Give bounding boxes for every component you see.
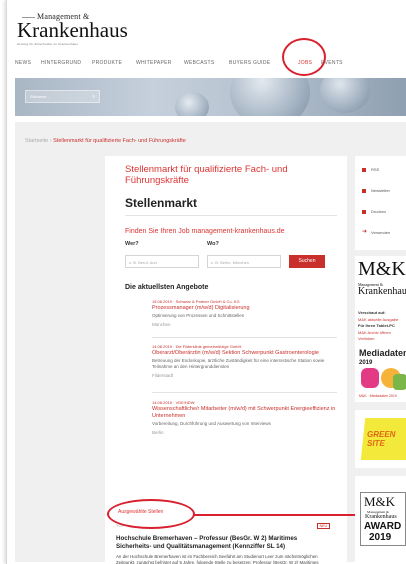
section-title: Stellenmarkt — [125, 196, 198, 210]
search-heading: Finden Sie Ihren Job management-krankenh… — [125, 228, 285, 235]
job-location: Berlin — [152, 430, 164, 435]
mail-icon — [362, 189, 366, 193]
job-title[interactable]: Prozessmanager (m/w/d) Digitalisierung — [152, 305, 342, 312]
search-button[interactable]: Suchen — [289, 255, 325, 268]
mk-logo: M&K — [358, 258, 406, 280]
breadcrumb-separator: › — [49, 138, 52, 144]
job-listing[interactable]: 15.08.2019 · Schwarz & Partner GmbH & Co… — [152, 299, 342, 327]
mediadaten-ad[interactable]: Mediadaten 2019 M&K · Mediadaten 2019 — [355, 344, 406, 402]
job-title[interactable]: Oberarzt/Oberärztin (m/w/d) Sektion Schw… — [152, 350, 342, 357]
award-word: AWARD — [364, 521, 402, 532]
cell-image — [320, 78, 370, 113]
job-description: Betreuung der Endoskopie, ärztliche Zust… — [152, 358, 325, 369]
nav-item-produkte[interactable]: PRODUKTE — [92, 60, 122, 66]
job-description: Optimierung von Prozessen und Schnittste… — [152, 313, 245, 318]
green-site-ad[interactable]: GREEN SITE — [355, 410, 406, 468]
newsletter-link[interactable]: Newsletter — [355, 181, 406, 201]
featured-badge: NEU — [316, 523, 330, 529]
share-label: Versenden — [371, 230, 391, 235]
divider — [152, 337, 337, 338]
sidebar-links: RSS Newsletter Drucken ➜ Versenden — [355, 156, 406, 250]
logo-tagline: Zeitung für Entscheider im Krankenhaus — [17, 42, 79, 46]
brochure-image — [361, 368, 379, 388]
job-date: 15.08.2019 · Schwarz & Partner GmbH & Co… — [152, 299, 240, 304]
share-icon: ➜ — [362, 229, 368, 235]
rss-link[interactable]: RSS — [355, 160, 406, 180]
breadcrumb: Startseite › Stellenmarkt für qualifizie… — [25, 138, 186, 144]
job-description: Vorbereitung, Durchführung und Auswertun… — [152, 421, 271, 426]
share-link[interactable]: ➜ Versenden — [355, 223, 406, 243]
latest-offers-heading: Die aktuellsten Angebote — [125, 284, 209, 291]
logo-title: Krankenhaus — [17, 18, 128, 42]
main-nav: NEWS HINTERGRUND PRODUKTE WHITEPAPER WEB… — [15, 58, 406, 72]
breadcrumb-current: Stellenmarkt für qualifizierte Fach- und… — [53, 138, 186, 144]
job-title[interactable]: Wissenschaftliche/r Mitarbeiter (m/w/d) … — [152, 406, 342, 420]
mk-ad-line[interactable]: M&K aktuelle Ausgabe — [358, 317, 398, 322]
page: Management & Krankenhaus Zeitung für Ent… — [6, 0, 406, 564]
brochure-image — [393, 374, 406, 390]
sidebar: RSS Newsletter Drucken ➜ Versenden M&K M… — [355, 156, 406, 564]
mk-ad-line[interactable]: Verlinken — [358, 336, 374, 341]
mediadaten-title: Mediadaten — [359, 348, 406, 358]
print-link[interactable]: Drucken — [355, 202, 406, 222]
page-title: Stellenmarkt für qualifizierte Fach- und… — [125, 164, 288, 186]
mk-ad-name: Krankenhaus — [358, 286, 406, 297]
where-input[interactable]: z. B. Berlin, München — [207, 255, 281, 268]
cell-image — [230, 78, 310, 116]
nav-item-news[interactable]: NEWS — [15, 60, 31, 66]
print-label: Drucken — [371, 209, 386, 214]
mediadaten-subtitle: M&K · Mediadaten 2019 — [359, 394, 397, 398]
nav-item-buyers-guide[interactable]: BUYERS GUIDE — [229, 60, 270, 66]
nav-item-webcasts[interactable]: WEBCASTS — [184, 60, 214, 66]
nav-item-whitepaper[interactable]: WHITEPAPER — [136, 60, 172, 66]
site-logo[interactable]: Management & Krankenhaus Zeitung für Ent… — [17, 12, 128, 50]
divider — [125, 215, 337, 216]
breadcrumb-home[interactable]: Startseite — [25, 138, 48, 144]
job-location: München — [152, 322, 171, 327]
who-label: Wer? — [125, 241, 139, 247]
search-icon[interactable]: ⚲ — [92, 94, 95, 99]
job-location: Filderstadt — [152, 373, 174, 378]
award-logo: M&K — [364, 494, 396, 509]
rss-label: RSS — [371, 167, 380, 172]
search-input[interactable]: Stichwort ... ⚲ — [25, 90, 100, 103]
featured-job-description: An der Hochschule Bremerhaven ist im Fac… — [116, 554, 319, 564]
where-label: Wo? — [207, 241, 219, 247]
job-listing[interactable]: 14.08.2019 · Die Filderklinik gemeinnütz… — [152, 344, 342, 378]
who-input[interactable]: z. B. Beruf, Arzt — [125, 255, 199, 268]
rss-icon — [362, 168, 366, 172]
nav-item-hintergrund[interactable]: HINTERGRUND — [41, 60, 81, 66]
mediadaten-year: 2019 — [359, 360, 373, 366]
newsletter-label: Newsletter — [371, 188, 390, 193]
mk-ad-line[interactable]: M&K Archiv öffnen — [358, 330, 391, 335]
search-placeholder: Stichwort ... — [30, 94, 51, 99]
award-year: 2019 — [369, 532, 392, 543]
job-date: 14.08.2019 · Die Filderklinik gemeinnütz… — [152, 344, 242, 349]
green-site-label: GREEN SITE — [367, 430, 396, 448]
highlight-circle-featured — [107, 499, 195, 529]
award-ad[interactable]: M&K Management & Krankenhaus AWARD 2019 — [355, 476, 406, 564]
mk-ad-line: Für Ihren Tablet-PC — [358, 323, 395, 328]
divider — [152, 392, 337, 393]
mk-ad-line: Verschaut auf: — [358, 310, 386, 315]
print-icon — [362, 210, 366, 214]
cell-image — [175, 92, 209, 116]
job-date: 14.08.2019 · VDE/HDW — [152, 400, 195, 405]
featured-job-title[interactable]: Hochschule Bremerhaven – Professur (BesG… — [116, 535, 334, 551]
highlight-circle-jobs — [282, 38, 326, 76]
award-name: Krankenhaus — [365, 514, 397, 520]
hero-banner: Stichwort ... ⚲ — [15, 78, 406, 116]
job-listing[interactable]: 14.08.2019 · VDE/HDW Wissenschaftliche/r… — [152, 400, 342, 435]
